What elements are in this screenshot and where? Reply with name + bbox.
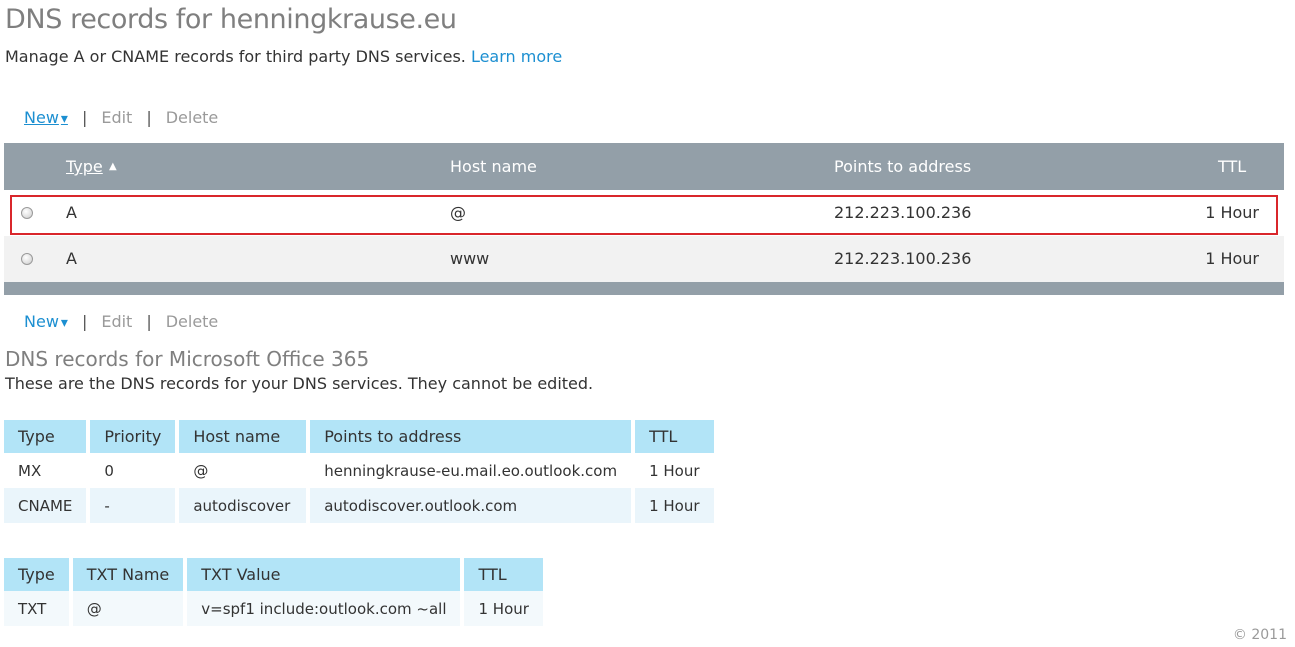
column-header-host-name: Host name: [179, 420, 307, 453]
new-record-button[interactable]: New ▾: [24, 108, 68, 127]
record-points-to: 212.223.100.236: [834, 203, 972, 222]
column-header-txt-value: TXT Value: [187, 558, 461, 591]
cell-host-name: autodiscover: [179, 488, 307, 523]
table-header-row: Type TXT Name TXT Value TTL: [4, 558, 543, 591]
cell-ttl: 1 Hour: [635, 488, 714, 523]
table-row: MX 0 @ henningkrause-eu.mail.eo.outlook.…: [4, 453, 714, 488]
cell-priority: 0: [90, 453, 176, 488]
column-header-txt-name: TXT Name: [72, 558, 184, 591]
record-points-to: 212.223.100.236: [834, 249, 972, 268]
column-type-label: Type: [66, 157, 103, 176]
cell-ttl: 1 Hour: [464, 591, 543, 626]
grid-header: Type ▲ Host name Points to address TTL: [4, 143, 1284, 190]
chevron-down-icon: ▾: [60, 315, 68, 331]
column-header-type: Type: [4, 558, 69, 591]
dns-records-grid: Type ▲ Host name Points to address TTL A…: [4, 143, 1284, 295]
column-header-type: Type: [4, 420, 87, 453]
grid-footer: [4, 282, 1284, 295]
table-header-row: Type Priority Host name Points to addres…: [4, 420, 714, 453]
cell-ttl: 1 Hour: [635, 453, 714, 488]
cell-points-to: henningkrause-eu.mail.eo.outlook.com: [310, 453, 632, 488]
copyright-text: © 2011: [1232, 627, 1287, 643]
record-ttl: 1 Hour: [1205, 249, 1259, 268]
new-record-button[interactable]: New ▾: [24, 312, 68, 331]
row-select-radio[interactable]: [21, 207, 33, 219]
column-header-ttl: TTL: [1218, 157, 1247, 176]
chevron-down-icon: ▾: [60, 111, 68, 127]
cell-host-name: @: [179, 453, 307, 488]
table-row: TXT @ v=spf1 include:outlook.com ~all 1 …: [4, 591, 543, 626]
new-label: New: [24, 312, 59, 331]
column-header-host-name: Host name: [450, 157, 537, 176]
column-header-ttl: TTL: [464, 558, 543, 591]
cell-txt-name: @: [72, 591, 184, 626]
learn-more-link[interactable]: Learn more: [471, 47, 562, 66]
column-header-ttl: TTL: [635, 420, 714, 453]
edit-record-button[interactable]: Edit: [101, 108, 132, 127]
new-label: New: [24, 108, 59, 127]
column-header-type[interactable]: Type: [66, 157, 103, 176]
column-header-priority: Priority: [90, 420, 176, 453]
cell-type: MX: [4, 453, 87, 488]
column-header-points-to: Points to address: [834, 157, 972, 176]
record-type: A: [66, 249, 77, 268]
delete-record-button[interactable]: Delete: [166, 108, 219, 127]
record-host-name: @: [450, 203, 466, 222]
cell-points-to: autodiscover.outlook.com: [310, 488, 632, 523]
cell-txt-value: v=spf1 include:outlook.com ~all: [187, 591, 461, 626]
toolbar-separator: |: [146, 108, 152, 127]
office365-section-title: DNS records for Microsoft Office 365: [5, 347, 370, 371]
column-header-points-to: Points to address: [310, 420, 632, 453]
toolbar-separator: |: [81, 108, 88, 127]
table-row: CNAME - autodiscover autodiscover.outloo…: [4, 488, 714, 523]
office365-mx-table: Type Priority Host name Points to addres…: [0, 420, 718, 523]
sort-ascending-icon: ▲: [109, 161, 117, 172]
cell-priority: -: [90, 488, 176, 523]
records-toolbar-top: New ▾ | Edit | Delete: [24, 108, 218, 127]
records-toolbar-bottom: New ▾ | Edit | Delete: [24, 312, 218, 331]
office365-txt-table: Type TXT Name TXT Value TTL TXT @ v=spf1…: [0, 558, 547, 626]
toolbar-separator: |: [81, 312, 88, 331]
delete-record-button[interactable]: Delete: [166, 312, 219, 331]
table-row[interactable]: A www 212.223.100.236 1 Hour: [4, 236, 1284, 282]
row-select-radio[interactable]: [21, 253, 33, 265]
record-host-name: www: [450, 249, 490, 268]
cell-type: TXT: [4, 591, 69, 626]
cell-type: CNAME: [4, 488, 87, 523]
table-row[interactable]: A @ 212.223.100.236 1 Hour: [4, 190, 1284, 236]
edit-record-button[interactable]: Edit: [101, 312, 132, 331]
page-subtitle: Manage A or CNAME records for third part…: [5, 47, 562, 66]
office365-section-description: These are the DNS records for your DNS s…: [5, 374, 594, 393]
toolbar-separator: |: [146, 312, 152, 331]
record-ttl: 1 Hour: [1205, 203, 1259, 222]
record-type: A: [66, 203, 77, 222]
subtitle-text: Manage A or CNAME records for third part…: [5, 47, 466, 66]
page-title: DNS records for henningkrause.eu: [5, 4, 457, 35]
